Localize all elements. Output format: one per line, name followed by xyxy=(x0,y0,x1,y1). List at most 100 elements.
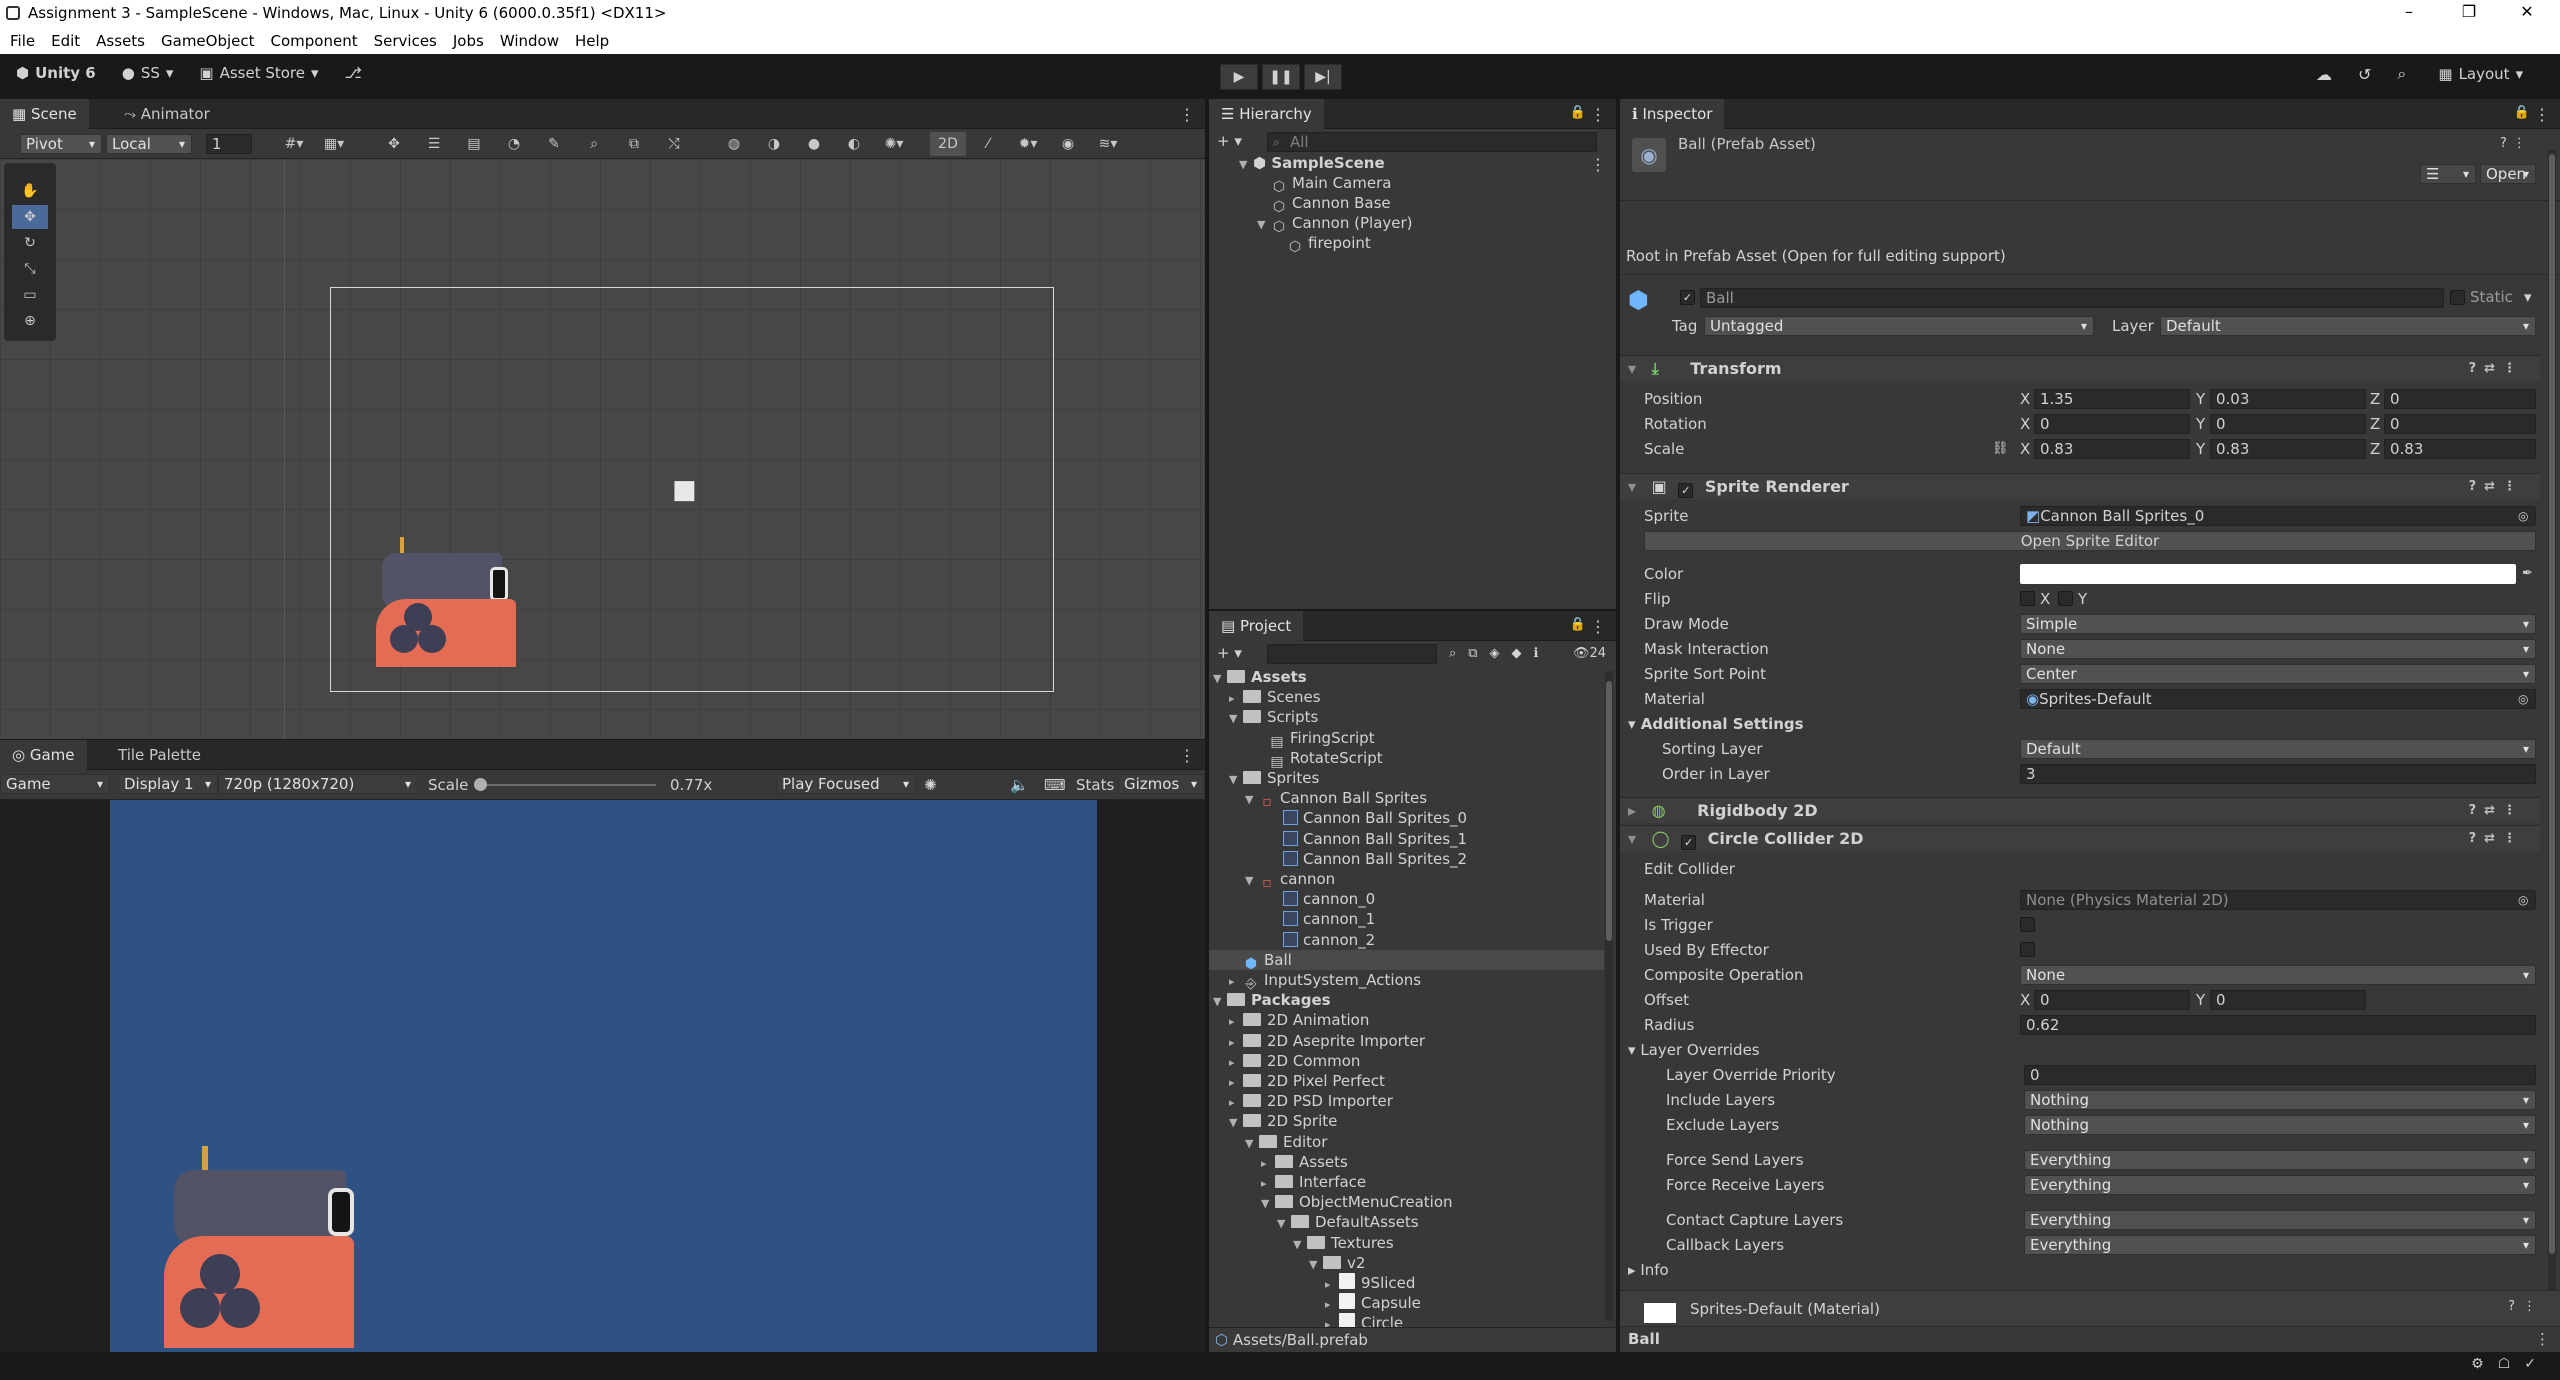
hierarchy-more-icon[interactable]: ⋮ xyxy=(1590,105,1606,124)
open-sprite-editor-button[interactable]: Open Sprite Editor xyxy=(1644,531,2536,551)
mute-icon[interactable]: 🔈 xyxy=(1010,775,1029,795)
offset-y[interactable]: 0 xyxy=(2210,990,2366,1010)
inspector-lock-icon[interactable]: 🔒 xyxy=(2514,105,2530,120)
menu-gameobject[interactable]: GameObject xyxy=(161,32,255,50)
game-more-icon[interactable]: ⋮ xyxy=(1179,746,1195,765)
inspector-more-icon[interactable]: ⋮ xyxy=(2534,105,2550,124)
sprite-field[interactable]: ◩Cannon Ball Sprites_0 xyxy=(2020,506,2536,526)
radius-field[interactable]: 0.62 xyxy=(2020,1015,2536,1035)
project-search-input[interactable] xyxy=(1267,644,1437,664)
foldout-arrow-icon[interactable]: ▸ xyxy=(1229,1012,1243,1032)
foldout-arrow-icon[interactable]: ▼ xyxy=(1245,871,1259,891)
menu-help[interactable]: Help xyxy=(575,32,609,50)
menu-assets[interactable]: Assets xyxy=(96,32,145,50)
project-tree-item[interactable]: ▸ Scenes xyxy=(1209,687,1604,707)
position-z[interactable]: 0 xyxy=(2384,389,2536,409)
menu-edit[interactable]: Edit xyxy=(51,32,80,50)
project-tree-item[interactable]: ▼ DefaultAssets xyxy=(1209,1212,1604,1232)
project-tree-item[interactable]: ▸ 2D Aseprite Importer xyxy=(1209,1031,1604,1051)
is-trigger-checkbox[interactable] xyxy=(2020,917,2035,932)
inspector-scrollbar[interactable] xyxy=(2548,150,2556,1290)
flip-y-checkbox[interactable] xyxy=(2058,591,2073,606)
layout-dropdown[interactable]: ▦ Layout ▾ xyxy=(2432,65,2529,83)
project-tree-item[interactable]: ▸ ⎆ InputSystem_Actions xyxy=(1209,970,1604,992)
foldout-arrow-icon[interactable]: ▸ xyxy=(1261,1174,1275,1194)
foldout-arrow-icon[interactable]: ▸ xyxy=(1325,1295,1339,1315)
project-tree-item[interactable]: ▤ FiringScript xyxy=(1209,728,1604,750)
sphere-icon[interactable]: ● xyxy=(796,132,832,156)
order-in-layer-field[interactable]: 3 xyxy=(2020,764,2536,784)
rigidbody-2d-header[interactable]: ▸ ◍ Rigidbody 2D ?⇄⋮ xyxy=(1620,797,2540,823)
project-tree-item[interactable]: ▼ Packages xyxy=(1209,990,1604,1010)
include-layers-dropdown[interactable]: Nothing xyxy=(2024,1090,2536,1110)
move-handle-icon[interactable]: ✥ xyxy=(376,132,412,156)
search-icon[interactable]: ⌕ xyxy=(2397,64,2406,84)
foldout-arrow-icon[interactable]: ▼ xyxy=(1261,1194,1275,1214)
more-icon[interactable]: ⋮ xyxy=(1179,105,1195,124)
eyedropper-icon[interactable]: ✒ xyxy=(2522,564,2533,584)
scale-slider[interactable] xyxy=(476,784,656,786)
stats-button[interactable]: Stats xyxy=(1076,775,1114,795)
resolution-dropdown[interactable]: 720p (1280x720) xyxy=(218,774,418,794)
project-create-button[interactable]: + ▾ xyxy=(1217,643,1242,663)
transform-tool-icon[interactable]: ⊕ xyxy=(12,309,48,333)
project-more-icon[interactable]: ⋮ xyxy=(1590,617,1606,636)
shuffle-icon[interactable]: ⤭ xyxy=(656,132,692,156)
step-button[interactable]: ▶| xyxy=(1304,64,1342,90)
restore-icon[interactable]: ❐ xyxy=(2454,2,2484,21)
foldout-arrow-icon[interactable]: ▼ xyxy=(1309,1255,1323,1275)
project-tree-item[interactable]: ▼ ▫ Cannon Ball Sprites xyxy=(1209,788,1604,810)
bug-icon[interactable]: ✺ xyxy=(924,775,937,795)
paint-icon[interactable]: ✎ xyxy=(536,132,572,156)
foldout-arrow-icon[interactable]: ▼ xyxy=(1245,1134,1259,1154)
menu-services[interactable]: Services xyxy=(374,32,437,50)
local-dropdown[interactable]: Local xyxy=(106,133,192,154)
pause-button[interactable]: ❚❚ xyxy=(1262,64,1300,90)
material-field[interactable]: ◉Sprites-Default xyxy=(2020,689,2536,709)
callback-layers-dropdown[interactable]: Everything xyxy=(2024,1235,2536,1255)
used-by-effector-checkbox[interactable] xyxy=(2020,942,2035,957)
create-button[interactable]: + ▾ xyxy=(1217,131,1242,151)
keyboard-icon[interactable]: ⌨ xyxy=(1044,775,1066,795)
preview-more-icon[interactable]: ⋮ xyxy=(2535,1329,2550,1349)
grid-icon[interactable]: #▾ xyxy=(276,132,312,156)
tab-inspector[interactable]: ℹ Inspector xyxy=(1620,99,1725,129)
position-y[interactable]: 0.03 xyxy=(2210,389,2366,409)
project-tree-item[interactable]: ▼ Assets xyxy=(1209,667,1604,687)
grid-snap-field[interactable]: 1 xyxy=(206,133,252,154)
project-lock-icon[interactable]: 🔒 xyxy=(1570,617,1586,632)
menu-jobs[interactable]: Jobs xyxy=(453,32,484,50)
cannon-sprite[interactable] xyxy=(370,537,530,687)
foldout-arrow-icon[interactable]: ▸ xyxy=(1229,972,1243,992)
tab-tile-palette[interactable]: Tile Palette xyxy=(106,740,213,770)
project-scrollbar-thumb[interactable] xyxy=(1606,681,1612,941)
filter-icons[interactable]: ⌕⧉◈◆ℹ xyxy=(1449,644,1551,664)
transform-header[interactable]: ▾ ⤓ Transform ?⇄⋮ xyxy=(1620,355,2540,381)
static-checkbox[interactable] xyxy=(2450,290,2465,305)
scene-viewport[interactable]: ✋ ✥ ↻ ⤡ ▭ ⊕ ■ xyxy=(0,159,1205,739)
rotation-z[interactable]: 0 xyxy=(2384,414,2536,434)
game-view-dropdown[interactable]: Game xyxy=(0,774,110,794)
material-preview-header[interactable]: Sprites-Default (Material) ?⋮ xyxy=(1620,1290,2560,1326)
project-tree-item[interactable]: ▼ ObjectMenuCreation xyxy=(1209,1192,1604,1212)
rotate-tool-icon[interactable]: ↻ xyxy=(12,231,48,255)
hierarchy-item[interactable]: ⬡ firepoint xyxy=(1287,233,1371,255)
scene-more-icon[interactable]: ⋮ xyxy=(1590,155,1606,174)
scale-y[interactable]: 0.83 xyxy=(2210,439,2366,459)
mask-interaction-dropdown[interactable]: None xyxy=(2020,639,2536,659)
globe-icon[interactable]: ◍ xyxy=(716,132,752,156)
hand-tool-icon[interactable]: ✋ xyxy=(12,179,48,203)
material-picker-icon[interactable]: ◎ xyxy=(2518,689,2528,709)
pivot-dropdown[interactable]: Pivot xyxy=(20,133,102,154)
edit-collider-label[interactable]: Edit Collider xyxy=(1644,859,1735,879)
project-tree-item[interactable]: ▼ 2D Sprite xyxy=(1209,1111,1604,1131)
mode-2d-button[interactable]: 2D xyxy=(930,131,966,156)
offset-x[interactable]: 0 xyxy=(2034,990,2190,1010)
menu-component[interactable]: Component xyxy=(271,32,358,50)
constrain-link-icon[interactable]: ⛓ xyxy=(1992,439,2009,459)
project-tree-item[interactable]: Cannon Ball Sprites_2 xyxy=(1209,849,1604,869)
project-tree-item[interactable]: cannon_0 xyxy=(1209,889,1604,909)
project-tree-item[interactable]: ▼ ▫ cannon xyxy=(1209,869,1604,891)
audio-toggle-icon[interactable]: ⁄ xyxy=(970,132,1006,156)
project-tree-item[interactable]: ⬢ Ball xyxy=(1209,949,1604,972)
